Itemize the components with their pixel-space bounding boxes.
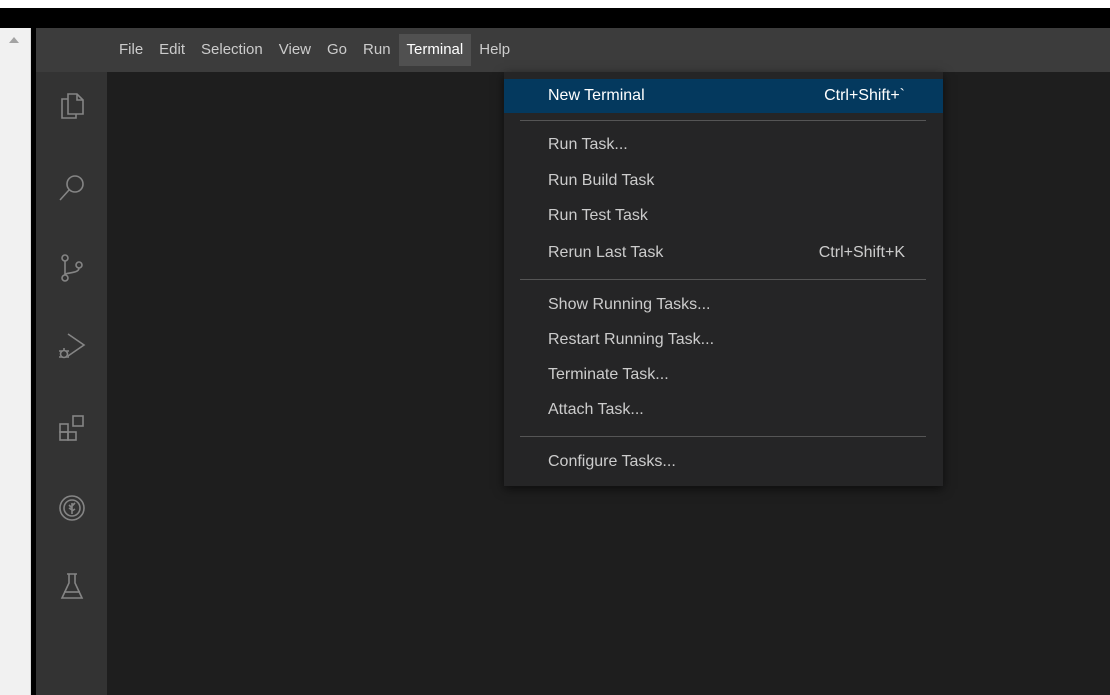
menu-item-shortcut: Ctrl+Shift+K xyxy=(818,244,905,261)
menu-item-label: Show Running Tasks... xyxy=(548,296,711,313)
menu-item-label: Run Test Task xyxy=(548,207,648,224)
menu-item-label: Run Build Task xyxy=(548,172,655,189)
menu-item-label: Terminate Task... xyxy=(548,366,669,383)
menu-go[interactable]: Go xyxy=(319,34,355,66)
search-icon[interactable] xyxy=(54,170,90,206)
menu-view[interactable]: View xyxy=(271,34,319,66)
menu-separator xyxy=(520,279,926,280)
menu-item-label: Run Task... xyxy=(548,136,628,153)
title-bar: File Edit Selection View Go Run Terminal… xyxy=(36,28,1110,72)
window-top-border xyxy=(0,8,1110,28)
menu-file[interactable]: File xyxy=(111,34,151,66)
menu-edit[interactable]: Edit xyxy=(151,34,193,66)
menu-item-terminate-task[interactable]: Terminate Task... xyxy=(504,358,943,392)
activity-bar xyxy=(36,72,107,695)
menu-separator xyxy=(520,120,926,121)
tree-icon[interactable] xyxy=(54,490,90,526)
menu-item-run-task[interactable]: Run Task... xyxy=(504,128,943,162)
testing-icon[interactable] xyxy=(54,568,90,604)
terminal-menu-dropdown: New Terminal Ctrl+Shift+` Run Task... Ru… xyxy=(504,72,943,486)
menu-item-rerun-last-task[interactable]: Rerun Last Task Ctrl+Shift+K xyxy=(504,236,943,270)
menu-item-shortcut: Ctrl+Shift+` xyxy=(824,87,905,104)
menu-item-attach-task[interactable]: Attach Task... xyxy=(504,393,943,427)
menu-item-show-running-tasks[interactable]: Show Running Tasks... xyxy=(504,288,943,322)
run-debug-icon[interactable] xyxy=(54,328,90,364)
menu-item-restart-running-task[interactable]: Restart Running Task... xyxy=(504,323,943,357)
extensions-icon[interactable] xyxy=(54,410,90,446)
menu-terminal[interactable]: Terminal xyxy=(398,34,472,66)
menu-item-label: Restart Running Task... xyxy=(548,331,715,348)
menu-separator xyxy=(520,436,926,437)
menu-help[interactable]: Help xyxy=(471,34,518,66)
outer-scrollbar[interactable] xyxy=(0,28,31,695)
menu-item-run-test-task[interactable]: Run Test Task xyxy=(504,199,943,233)
menu-item-label: Rerun Last Task xyxy=(548,244,664,261)
scroll-up-arrow-icon[interactable] xyxy=(9,37,19,43)
menu-item-run-build-task[interactable]: Run Build Task xyxy=(504,164,943,198)
files-icon[interactable] xyxy=(54,88,90,124)
menu-item-label: Attach Task... xyxy=(548,401,644,418)
menu-selection[interactable]: Selection xyxy=(193,34,271,66)
source-control-icon[interactable] xyxy=(54,250,90,286)
menu-item-new-terminal[interactable]: New Terminal Ctrl+Shift+` xyxy=(504,79,943,113)
menu-item-configure-tasks[interactable]: Configure Tasks... xyxy=(504,445,943,479)
menu-item-label: Configure Tasks... xyxy=(548,453,676,470)
menu-item-label: New Terminal xyxy=(548,87,645,104)
menu-bar: File Edit Selection View Go Run Terminal… xyxy=(111,34,518,66)
screen-top-strip xyxy=(0,0,1110,8)
menu-run[interactable]: Run xyxy=(355,34,399,66)
